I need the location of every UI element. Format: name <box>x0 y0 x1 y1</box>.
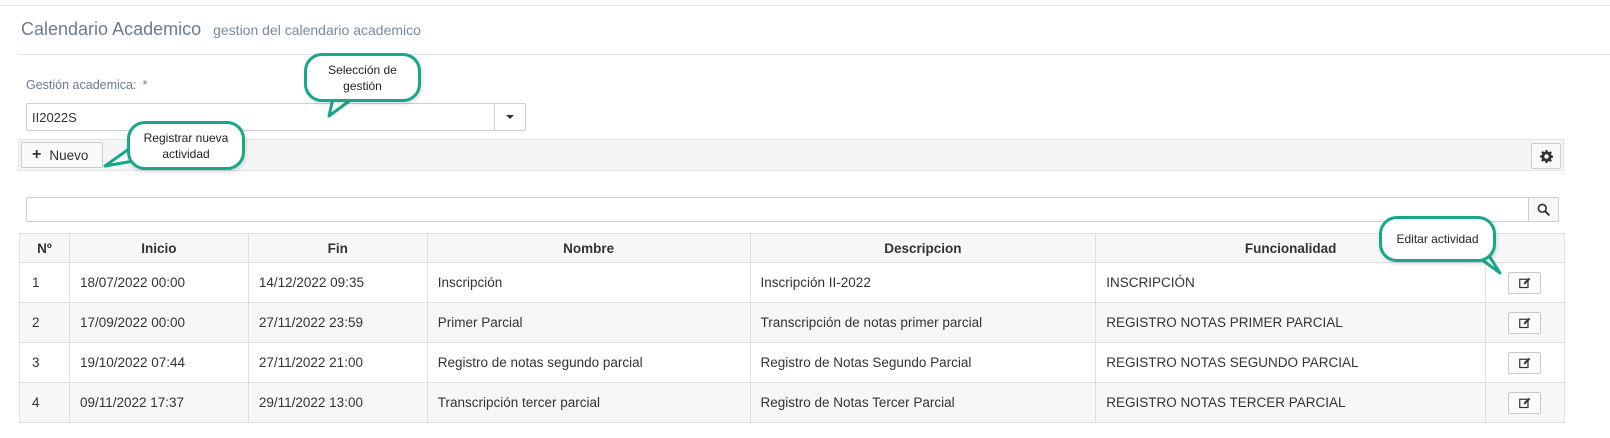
cell-funcionalidad: REGISTRO NOTAS TERCER PARCIAL <box>1095 382 1486 423</box>
column-header-nombre: Nombre <box>426 233 751 263</box>
table-row: 3 19/10/2022 07:44 27/11/2022 21:00 Regi… <box>19 342 1566 383</box>
gestion-select-value: II2022S <box>32 110 77 125</box>
callout-editar-actividad: Editar actividad <box>1379 216 1496 262</box>
table-header-row: Nº Inicio Fin Nombre Descripcion Funcion… <box>19 233 1566 263</box>
page-subtitle: gestion del calendario academico <box>213 22 421 38</box>
table-row: 1 18/07/2022 00:00 14/12/2022 09:35 Insc… <box>19 262 1566 303</box>
cell-descripcion: Registro de Notas Segundo Parcial <box>749 342 1097 383</box>
table-row: 2 17/09/2022 00:00 27/11/2022 23:59 Prim… <box>19 302 1566 343</box>
gestion-label: Gestión academica: * <box>26 78 147 92</box>
column-header-descripcion: Descripcion <box>749 233 1097 263</box>
edit-button[interactable] <box>1508 271 1542 294</box>
edit-icon <box>1519 277 1531 288</box>
cell-nombre: Registro de notas segundo parcial <box>426 342 751 383</box>
cell-inicio: 19/10/2022 07:44 <box>68 342 249 383</box>
cell-number: 4 <box>19 382 70 423</box>
cell-funcionalidad: REGISTRO NOTAS PRIMER PARCIAL <box>1095 302 1486 343</box>
gear-icon <box>1539 149 1553 163</box>
cell-fin: 27/11/2022 23:59 <box>247 302 428 343</box>
cell-fin: 27/11/2022 21:00 <box>247 342 428 383</box>
plus-icon: + <box>32 146 42 163</box>
callout-registrar-actividad: Registrar nueva actividad <box>127 121 245 170</box>
edit-icon <box>1519 317 1531 328</box>
cell-descripcion: Transcripción de notas primer parcial <box>749 302 1097 343</box>
cell-number: 2 <box>19 302 70 343</box>
new-button-label: Nuevo <box>49 147 89 163</box>
cell-actions <box>1484 382 1566 423</box>
callout-seleccion-text: Selección de gestión <box>328 62 397 93</box>
top-border <box>0 5 1610 6</box>
cell-descripcion: Inscripción II-2022 <box>749 262 1097 303</box>
cell-nombre: Inscripción <box>426 262 751 303</box>
edit-icon <box>1519 397 1531 408</box>
search-icon <box>1537 203 1550 216</box>
callout-seleccion-gestion: Selección de gestión <box>304 53 421 102</box>
search-button[interactable] <box>1528 197 1559 222</box>
edit-icon <box>1519 357 1531 368</box>
cell-number: 1 <box>19 262 70 303</box>
cell-inicio: 09/11/2022 17:37 <box>68 382 249 423</box>
cell-inicio: 18/07/2022 00:00 <box>68 262 249 303</box>
edit-button[interactable] <box>1508 351 1542 374</box>
gestion-label-text: Gestión academica: <box>26 78 137 92</box>
cell-number: 3 <box>19 342 70 383</box>
cell-descripcion: Registro de Notas Tercer Parcial <box>749 382 1097 423</box>
page-header: Calendario Academico gestion del calenda… <box>21 19 421 43</box>
cell-fin: 29/11/2022 13:00 <box>247 382 428 423</box>
edit-button[interactable] <box>1508 391 1542 414</box>
gestion-select[interactable]: II2022S <box>26 103 526 131</box>
callout-registrar-text: Registrar nueva actividad <box>143 130 229 161</box>
gestion-dropdown-toggle[interactable] <box>494 104 525 130</box>
cell-fin: 14/12/2022 09:35 <box>247 262 428 303</box>
cell-nombre: Primer Parcial <box>426 302 751 343</box>
cell-nombre: Transcripción tercer parcial <box>426 382 751 423</box>
cell-actions <box>1484 302 1566 343</box>
search-input[interactable] <box>26 197 1529 222</box>
header-divider <box>18 54 1610 55</box>
edit-button[interactable] <box>1508 311 1542 334</box>
callout-editar-text: Editar actividad <box>1396 232 1479 246</box>
required-mark: * <box>142 78 148 92</box>
cell-actions <box>1484 342 1566 383</box>
table-row: 4 09/11/2022 17:37 29/11/2022 13:00 Tran… <box>19 382 1566 423</box>
activities-table: Nº Inicio Fin Nombre Descripcion Funcion… <box>19 233 1566 423</box>
cell-inicio: 17/09/2022 00:00 <box>68 302 249 343</box>
settings-button[interactable] <box>1531 143 1561 169</box>
column-header-fin: Fin <box>247 233 428 263</box>
toolbar: + Nuevo <box>18 139 1564 171</box>
caret-down-icon <box>506 115 514 119</box>
cell-funcionalidad: INSCRIPCIÓN <box>1095 262 1486 303</box>
new-button[interactable]: + Nuevo <box>21 142 104 168</box>
page-title: Calendario Academico <box>21 19 202 39</box>
column-header-inicio: Inicio <box>68 233 249 263</box>
cell-funcionalidad: REGISTRO NOTAS SEGUNDO PARCIAL <box>1095 342 1486 383</box>
column-header-number: Nº <box>19 233 70 263</box>
